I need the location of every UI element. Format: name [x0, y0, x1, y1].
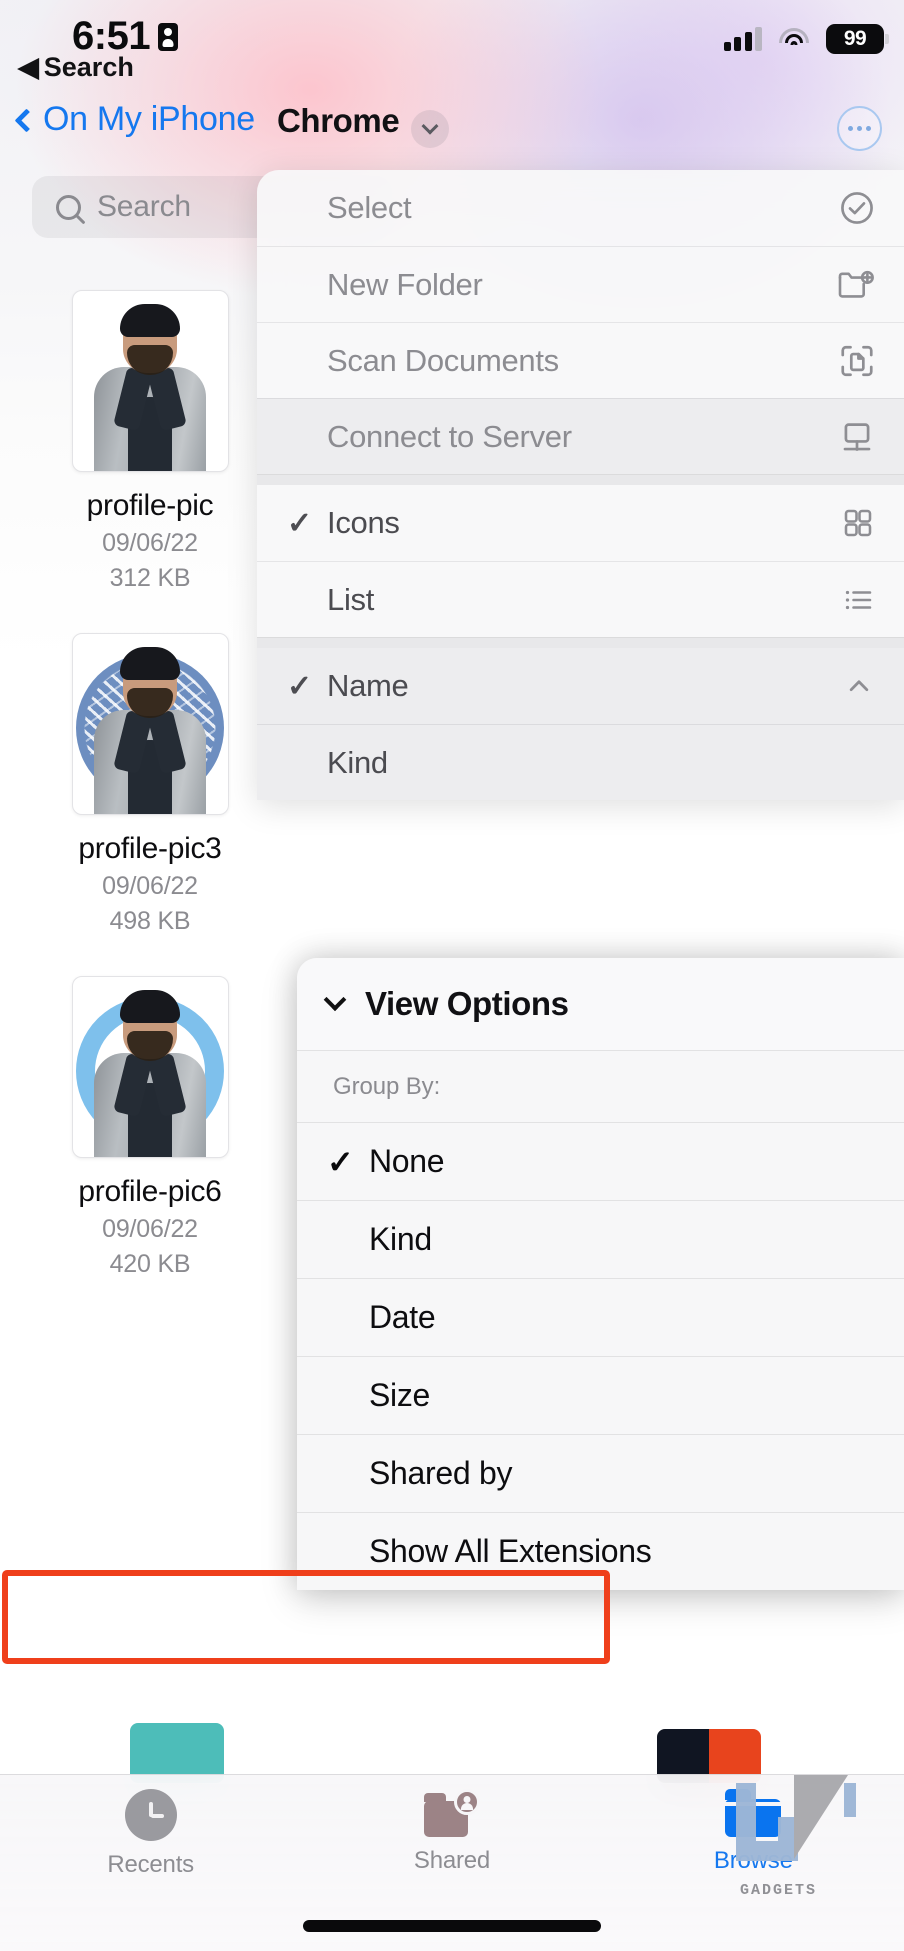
menu-separator [257, 474, 904, 485]
menu-separator [257, 637, 904, 648]
folder-dropdown-button[interactable] [411, 110, 449, 148]
menu-item-connect-to-server[interactable]: Connect to Server [257, 398, 904, 474]
menu-item-label: New Folder [327, 266, 483, 302]
display-server-icon [830, 417, 876, 457]
file-name: profile-pic [86, 489, 214, 522]
menu-item-sort-name[interactable]: Name [257, 648, 904, 724]
menu-icon-slot [830, 743, 876, 783]
search-placeholder: Search [97, 190, 191, 223]
file-size: 312 KB [109, 564, 191, 592]
group-by-option-label: None [369, 1143, 445, 1179]
chevron-left-icon [14, 107, 39, 133]
group-by-option-shared-by[interactable]: Shared by [297, 1434, 904, 1512]
lock-portrait-icon [158, 22, 179, 51]
group-by-option-label: Kind [369, 1221, 432, 1257]
watermark-g-mark [736, 1783, 798, 1861]
group-by-option-label: Size [369, 1377, 431, 1413]
battery-icon: 99 [826, 24, 884, 54]
folder-plus-icon [830, 265, 876, 305]
view-options-panel: View Options Group By: None Kind Date Si… [297, 958, 904, 1590]
menu-item-scan-documents[interactable]: Scan Documents [257, 322, 904, 398]
group-by-option-size[interactable]: Size [297, 1356, 904, 1434]
more-options-button[interactable] [837, 106, 882, 151]
tab-recents[interactable]: Recents [0, 1775, 301, 1903]
menu-item-new-folder[interactable]: New Folder [257, 246, 904, 322]
file-size: 420 KB [109, 1250, 191, 1278]
status-bar-back-label: Search [43, 52, 134, 82]
home-indicator [303, 1920, 601, 1932]
search-icon [56, 194, 81, 220]
menu-item-label: Kind [327, 744, 388, 780]
chevron-up-icon [830, 666, 876, 706]
page-title: Chrome [277, 102, 400, 139]
menu-item-label: Scan Documents [327, 342, 559, 378]
scan-document-icon [830, 341, 876, 381]
checkmark-circle-icon [830, 188, 876, 228]
clock-icon [124, 1789, 177, 1841]
watermark-logo: GADGETS [736, 1775, 856, 1899]
chevron-down-icon [421, 117, 439, 135]
view-options-title: View Options [365, 985, 569, 1022]
grid-icon [830, 503, 876, 543]
menu-item-label: Name [327, 668, 409, 703]
menu-item-icons-view[interactable]: Icons [257, 485, 904, 561]
file-grid: profile-pic 09/06/22 312 KB profile-pic3… [0, 290, 300, 1319]
cellular-signal-icon [723, 27, 762, 51]
file-thumbnail [71, 290, 229, 472]
menu-item-label: Icons [327, 505, 400, 540]
file-item[interactable]: profile-pic 09/06/22 312 KB [0, 290, 300, 593]
group-by-option-none[interactable]: None [297, 1122, 904, 1200]
navigation-bar: On My iPhone Chrome [0, 96, 904, 168]
menu-item-list-view[interactable]: List [257, 561, 904, 637]
shared-folder-icon [423, 1789, 480, 1837]
show-all-extensions-label: Show All Extensions [369, 1533, 652, 1569]
back-button[interactable]: On My iPhone [14, 100, 255, 139]
file-name: profile-pic3 [78, 832, 222, 865]
watermark-triangle [794, 1775, 848, 1859]
wifi-icon [779, 27, 809, 51]
file-item[interactable]: profile-pic3 09/06/22 498 KB [0, 633, 300, 936]
ellipsis-dot [848, 126, 853, 131]
status-bar-indicators: 99 [723, 24, 884, 54]
ellipsis-dot [857, 126, 862, 131]
triangle-left-icon: ◀ [18, 52, 39, 82]
group-by-option-label: Date [369, 1299, 436, 1335]
tab-shared[interactable]: Shared [301, 1775, 602, 1903]
menu-item-label: Select [327, 190, 412, 225]
tab-label: Shared [413, 1847, 491, 1874]
watermark-bar [844, 1783, 856, 1817]
group-by-check-none [327, 1143, 369, 1181]
status-bar-back-to-search[interactable]: ◀ Search [18, 52, 134, 83]
menu-check-name [287, 669, 327, 704]
files-app-screen: 6:51 ◀ Search 99 On My iPhone Chrome Sea… [0, 0, 904, 1951]
menu-item-label: List [327, 581, 375, 617]
menu-item-sort-kind[interactable]: Kind [257, 724, 904, 800]
view-options-header[interactable]: View Options [297, 958, 904, 1050]
group-by-option-kind[interactable]: Kind [297, 1200, 904, 1278]
battery-percent: 99 [843, 27, 867, 50]
file-date: 09/06/22 [102, 1215, 198, 1243]
chevron-down-icon [323, 988, 347, 1012]
show-all-extensions-option[interactable]: Show All Extensions [297, 1512, 904, 1590]
file-thumbnail [71, 633, 229, 815]
group-by-option-label: Shared by [369, 1455, 513, 1491]
file-date: 09/06/22 [102, 529, 198, 557]
context-menu: Select New Folder Scan Documents Connect… [257, 170, 904, 800]
group-by-label: Group By: [297, 1050, 904, 1122]
file-item[interactable]: profile-pic6 09/06/22 420 KB [0, 976, 300, 1279]
file-thumbnail [71, 976, 229, 1158]
watermark-text: GADGETS [740, 1882, 818, 1899]
menu-item-select[interactable]: Select [257, 170, 904, 246]
menu-item-label: Connect to Server [327, 418, 572, 454]
group-by-option-date[interactable]: Date [297, 1278, 904, 1356]
file-name: profile-pic6 [78, 1175, 222, 1208]
list-icon [830, 580, 876, 620]
file-size: 498 KB [109, 907, 191, 935]
tab-label: Recents [107, 1851, 194, 1878]
ellipsis-dot [866, 126, 871, 131]
back-button-label: On My iPhone [43, 100, 255, 138]
status-bar: 6:51 ◀ Search 99 [0, 0, 904, 82]
file-date: 09/06/22 [102, 872, 198, 900]
menu-check-icons [287, 506, 327, 541]
